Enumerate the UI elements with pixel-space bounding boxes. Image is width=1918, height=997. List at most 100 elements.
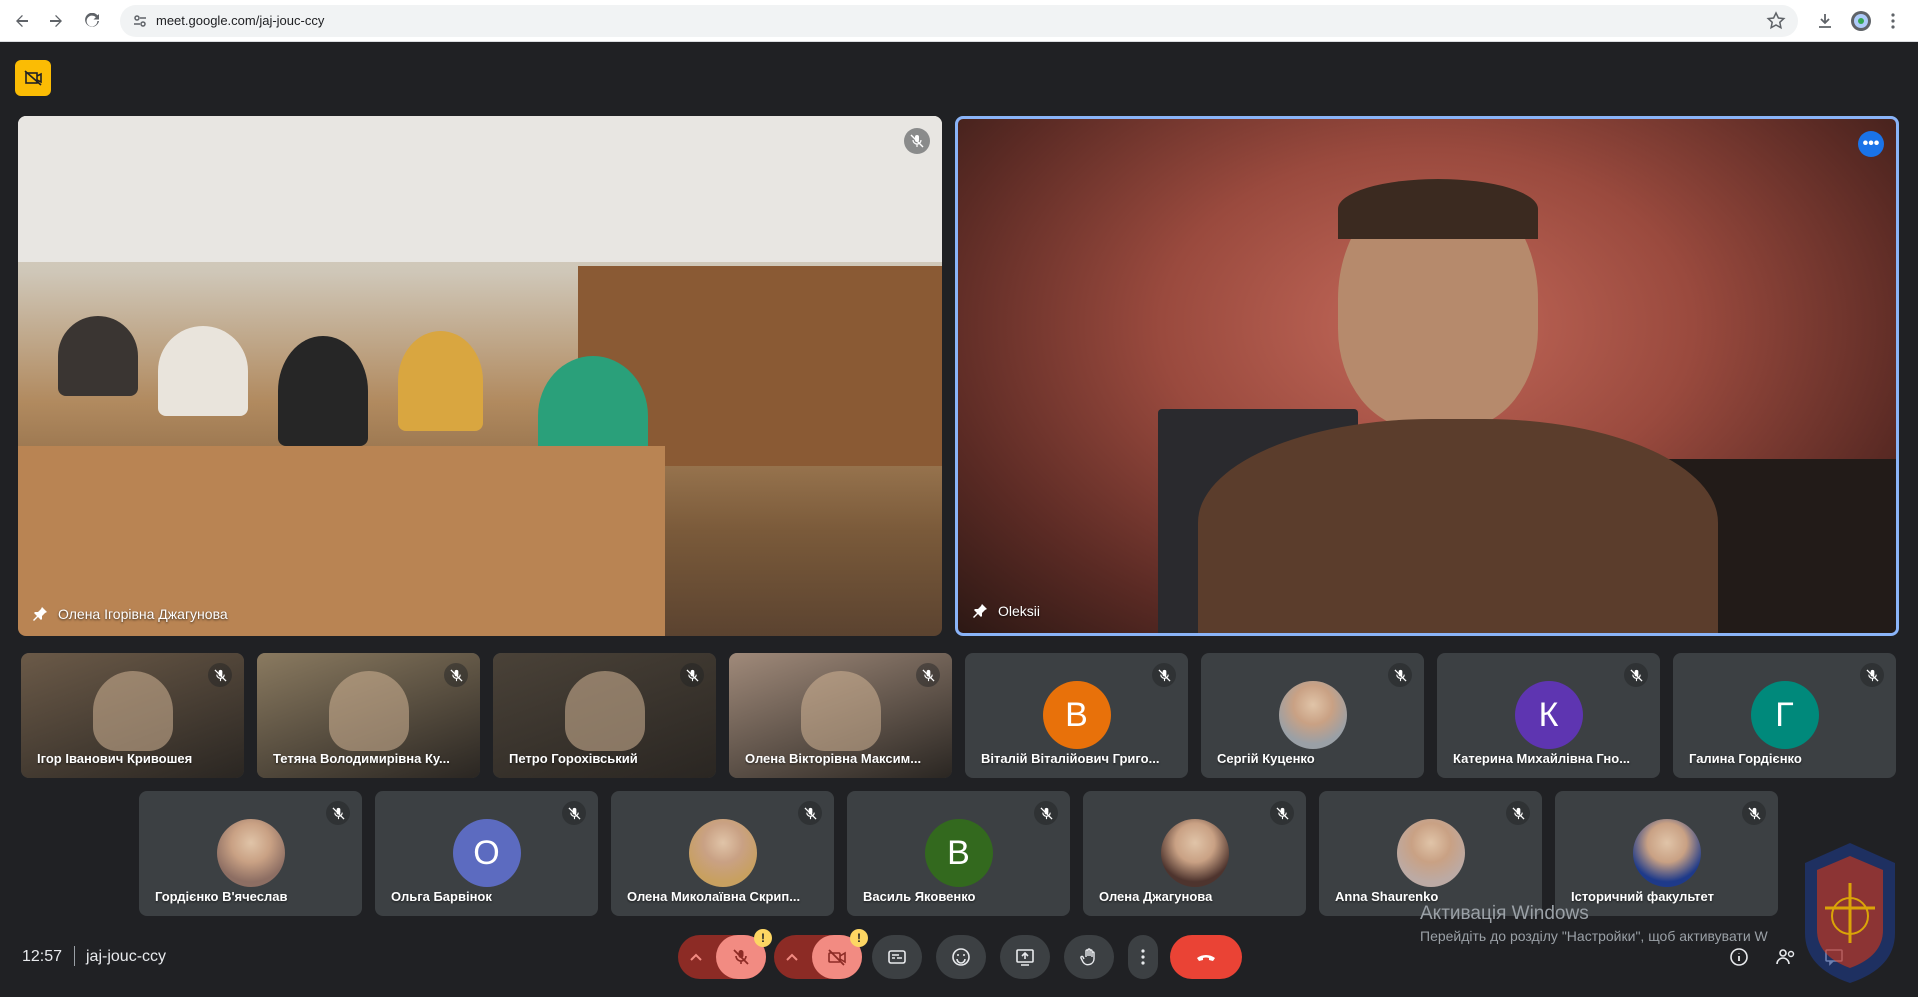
forward-arrow-icon[interactable]: [42, 7, 70, 35]
pin-icon[interactable]: [32, 606, 48, 622]
meeting-code: jaj-jouc-ccy: [86, 948, 167, 965]
speaker-body: [1198, 419, 1718, 633]
chevron-up-icon[interactable]: [686, 947, 706, 967]
participant-silhouette: [800, 671, 881, 751]
participant-name: Віталій Віталійович Григо...: [981, 751, 1160, 766]
warning-badge-icon: !: [754, 929, 772, 947]
participant-silhouette: [328, 671, 409, 751]
participant-tile[interactable]: В Василь Яковенко: [847, 791, 1070, 916]
participant-name: Олена Ігорівна Джагунова: [32, 606, 228, 622]
reactions-button[interactable]: [936, 935, 986, 979]
participant-tile-main-2[interactable]: ••• Oleksii: [955, 116, 1899, 636]
mic-off-icon: [904, 128, 930, 154]
camera-toggle-button[interactable]: !: [812, 929, 868, 979]
more-vert-icon: [1141, 949, 1145, 965]
participant-tile[interactable]: Олена Миколаївна Скрип...: [611, 791, 834, 916]
avatar: [1278, 681, 1347, 749]
warning-badge-icon: !: [850, 929, 868, 947]
mic-toggle-button[interactable]: !: [716, 929, 772, 979]
avatar: [1160, 819, 1229, 887]
avatar: [216, 819, 285, 887]
participant-tile[interactable]: О Ольга Барвінок: [375, 791, 598, 916]
present-screen-button[interactable]: [1000, 935, 1050, 979]
student: [398, 331, 483, 431]
pin-icon[interactable]: [972, 603, 988, 619]
mic-off-icon: [1506, 801, 1530, 825]
url-text[interactable]: meet.google.com/jaj-jouc-ccy: [156, 13, 324, 28]
participant-silhouette: [564, 671, 645, 751]
avatar: К: [1514, 681, 1583, 749]
present-icon: [1016, 949, 1034, 966]
star-icon[interactable]: [1766, 11, 1786, 31]
hang-up-icon: [1197, 955, 1215, 961]
participant-name: Anna Shaurenko: [1335, 889, 1439, 904]
participant-tile[interactable]: Олена Вікторівна Максим...: [729, 653, 952, 778]
mic-off-icon: [326, 801, 350, 825]
chevron-up-icon[interactable]: [782, 947, 802, 967]
divider: [74, 946, 75, 966]
avatar: [1396, 819, 1465, 887]
reload-icon[interactable]: [78, 7, 106, 35]
mic-control-group: !: [678, 929, 772, 979]
participant-tile[interactable]: К Катерина Михайлівна Гно...: [1437, 653, 1660, 778]
back-arrow-icon[interactable]: [8, 7, 36, 35]
hand-icon: [1080, 948, 1095, 966]
participant-tile[interactable]: Г Галина Гордієнко: [1673, 653, 1896, 778]
camera-control-group: !: [774, 929, 868, 979]
windows-activation-title: Активація Windows: [1420, 903, 1589, 924]
ceiling: [18, 116, 942, 262]
mic-off-icon: [733, 949, 749, 965]
speaker-hair: [1338, 179, 1538, 239]
participant-name: Тетяна Володимирівна Ку...: [273, 751, 450, 766]
participant-silhouette: [92, 671, 173, 751]
participant-name: Петро Горохівський: [509, 751, 638, 766]
participant-tile[interactable]: Ігор Іванович Кривошея: [21, 653, 244, 778]
university-seal-logo: [1805, 843, 1895, 983]
participant-tile[interactable]: Історичний факультет: [1555, 791, 1778, 916]
site-info-icon[interactable]: [132, 13, 148, 29]
participant-name: Сергій Куценко: [1217, 751, 1315, 766]
address-bar[interactable]: meet.google.com/jaj-jouc-ccy: [120, 5, 1798, 37]
participant-name: Галина Гордієнко: [1689, 751, 1802, 766]
browser-toolbar: meet.google.com/jaj-jouc-ccy: [0, 0, 1918, 42]
participant-name: Олена Вікторівна Максим...: [745, 751, 922, 766]
avatar: В: [924, 819, 993, 887]
avatar: [1632, 819, 1701, 887]
more-options-icon[interactable]: •••: [1858, 131, 1884, 157]
mic-off-icon: [562, 801, 586, 825]
participant-name: Олена Джагунова: [1099, 889, 1213, 904]
info-icon[interactable]: [1725, 943, 1753, 971]
participant-name: Василь Яковенко: [863, 889, 976, 904]
avatar: [688, 819, 757, 887]
mic-off-icon: [1742, 801, 1766, 825]
participant-tile[interactable]: Олена Джагунова: [1083, 791, 1306, 916]
student: [278, 336, 368, 446]
participant-tile[interactable]: Гордієнко В'ячеслав: [139, 791, 362, 916]
captions-icon: [888, 950, 906, 964]
participant-tile[interactable]: Петро Горохівський: [493, 653, 716, 778]
download-icon[interactable]: [1812, 8, 1838, 34]
emoji-icon: [952, 948, 970, 966]
end-call-button[interactable]: [1170, 935, 1242, 979]
raise-hand-button[interactable]: [1064, 935, 1114, 979]
participant-tile[interactable]: В Віталій Віталійович Григо...: [965, 653, 1188, 778]
mic-off-icon: [1624, 663, 1648, 687]
avatar: Г: [1750, 681, 1819, 749]
more-vert-icon[interactable]: [1880, 8, 1906, 34]
camera-off-icon: [828, 949, 846, 966]
participant-name: Гордієнко В'ячеслав: [155, 889, 288, 904]
participant-tile[interactable]: Тетяна Володимирівна Ку...: [257, 653, 480, 778]
more-options-button[interactable]: [1128, 935, 1158, 979]
video-off-indicator-icon[interactable]: [15, 60, 51, 96]
participant-name: Історичний факультет: [1571, 889, 1714, 904]
profile-icon[interactable]: [1848, 8, 1874, 34]
captions-button[interactable]: [872, 935, 922, 979]
participant-tile[interactable]: Anna Shaurenko: [1319, 791, 1542, 916]
mic-off-icon: [1270, 801, 1294, 825]
participant-tile-main-1[interactable]: Олена Ігорівна Джагунова: [18, 116, 942, 636]
avatar: О: [452, 819, 521, 887]
participant-tile[interactable]: Сергій Куценко: [1201, 653, 1424, 778]
mic-off-icon: [1860, 663, 1884, 687]
meeting-time: 12:57: [22, 948, 63, 965]
mic-off-icon: [798, 801, 822, 825]
